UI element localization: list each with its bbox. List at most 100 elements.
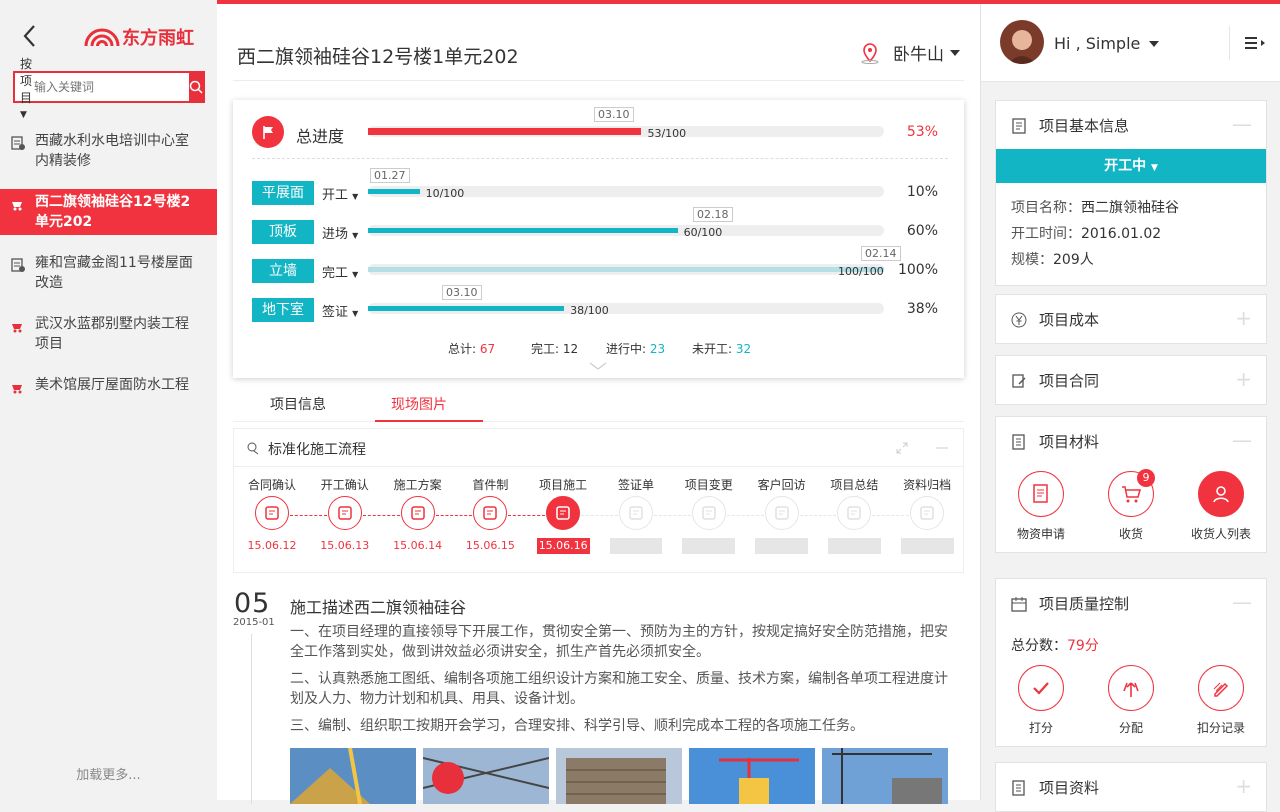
avatar[interactable] (1000, 20, 1044, 64)
stage-label: 开工 (322, 188, 349, 203)
project-list-item[interactable]: 雍和宫藏金阁11号楼屋面改造 (0, 250, 217, 296)
panel-title: 项目材料 (1039, 433, 1100, 451)
action-label: 收货人列表 (1190, 527, 1251, 541)
flow-step[interactable]: 资料归档 00.00.00 (891, 476, 963, 554)
tab-project-info[interactable]: 项目信息 (270, 394, 326, 414)
project-list-item[interactable]: 美术馆展厅屋面防水工程 (0, 372, 217, 398)
flow-step-date: 15.06.12 (247, 539, 297, 552)
project-name: 雍和宫藏金阁11号楼屋面改造 (35, 255, 193, 291)
user-greeting[interactable]: Hi , Simple (1054, 34, 1140, 53)
panel-header[interactable]: 项目合同 + (996, 356, 1266, 404)
fullscreen-icon[interactable] (895, 441, 909, 455)
summary-icon (837, 496, 872, 530)
stage-dropdown[interactable]: 开工 ▼ (322, 184, 358, 203)
row-date-tag: 03.10 (442, 285, 482, 300)
expand-chevron-icon[interactable] (588, 361, 608, 371)
row-date-tag: 02.14 (861, 246, 901, 261)
panel-header[interactable]: 项目资料 + (996, 763, 1266, 811)
search-input[interactable] (32, 80, 190, 94)
basic-info-panel: 项目基本信息 — 开工中 ▼ 项目名称：西二旗领袖硅谷 开工时间：2016.01… (995, 100, 1267, 286)
flow-step[interactable]: 合同确认 15.06.12 (236, 476, 308, 554)
menu-icon[interactable] (1245, 37, 1267, 49)
site-photo[interactable] (290, 748, 416, 804)
collapse-icon[interactable]: — (1232, 428, 1252, 452)
panel-header[interactable]: 项目材料 — (996, 417, 1266, 465)
project-name: 西藏水利水电培训中心室内精装修 (35, 133, 189, 169)
stage-dropdown[interactable]: 进场 ▼ (322, 223, 358, 242)
receive-goods-button[interactable]: 9 收货 (1091, 469, 1171, 542)
expand-icon[interactable]: + (1235, 367, 1252, 391)
panel-header[interactable]: 项目基本信息 — (996, 101, 1266, 149)
location-selector[interactable]: 卧牛山 (859, 40, 960, 65)
distribute-button[interactable]: 分配 (1091, 665, 1171, 736)
project-list-item[interactable]: 西藏水利水电培训中心室内精装修 (0, 128, 217, 174)
row-progress-bar: 100/100 (368, 264, 884, 278)
flow-header: 标准化施工流程 (234, 429, 963, 467)
material-panel: 项目材料 — 物资申请 9 收货 收货人列表 (995, 416, 1267, 553)
progress-divider (252, 158, 948, 159)
receiver-list-button[interactable]: 收货人列表 (1181, 471, 1261, 542)
area-tag-button[interactable]: 立墙 (252, 259, 314, 283)
project-list-item-active[interactable]: 西二旗领袖硅谷12号楼2单元202 (0, 189, 225, 235)
basic-info-list: 项目名称：西二旗领袖硅谷 开工时间：2016.01.02 规模：209人 (996, 183, 1266, 285)
panel-title: 项目质量控制 (1039, 595, 1130, 613)
progress-card: 总进度 03.10 53/100 53% 平展面 开工 ▼ 01.27 10/1… (233, 100, 964, 378)
flow-step[interactable]: 施工方案 15.06.14 (382, 476, 454, 554)
expand-icon[interactable]: + (1235, 306, 1252, 330)
area-tag-button[interactable]: 顶板 (252, 220, 314, 244)
panel-header[interactable]: 项目成本 + (996, 295, 1266, 343)
flow-step[interactable]: 签证单 00.00.00 (600, 476, 672, 554)
change-icon (691, 496, 726, 530)
site-photo[interactable] (822, 748, 948, 804)
area-tag-button[interactable]: 平展面 (252, 181, 314, 205)
contract-confirm-icon (255, 496, 289, 530)
user-bar: Hi , Simple (981, 4, 1280, 82)
material-request-button[interactable]: 物资申请 (1001, 471, 1081, 542)
project-detail: 西二旗领袖硅谷12号楼1单元202 卧牛山 总进度 03.10 53/100 5… (217, 4, 980, 804)
back-button[interactable] (22, 24, 46, 52)
caret-down-icon[interactable] (1149, 41, 1159, 47)
flow-step[interactable]: 项目总结 00.00.00 (818, 476, 890, 554)
tab-site-photos[interactable]: 现场图片 (391, 394, 447, 414)
rate-button[interactable]: 打分 (1001, 665, 1081, 736)
site-photo[interactable] (556, 748, 682, 804)
flow-step-date: 00.00.00 (609, 538, 663, 554)
flow-step[interactable]: 项目施工 15.06.16 (527, 476, 599, 554)
deduction-records-button[interactable]: 扣分记录 (1181, 665, 1261, 736)
receiver-user-icon (1198, 471, 1244, 517)
collapse-icon[interactable] (935, 441, 949, 455)
material-doc-icon (1012, 434, 1025, 450)
panel-header[interactable]: 项目质量控制 — (996, 579, 1266, 627)
flow-step[interactable]: 首件制 15.06.15 (454, 476, 526, 554)
stage-dropdown[interactable]: 签证 ▼ (322, 301, 358, 320)
search-scope-select[interactable]: 按项目 ▼ (15, 55, 32, 120)
collapse-icon[interactable]: — (1232, 590, 1252, 614)
flow-step[interactable]: 开工确认 15.06.13 (309, 476, 381, 554)
status-dropdown[interactable]: 开工中 ▼ (996, 149, 1266, 183)
flow-step-label: 首件制 (472, 478, 509, 492)
search-button[interactable] (189, 72, 204, 102)
stage-dropdown[interactable]: 完工 ▼ (322, 262, 358, 281)
flow-step[interactable]: 客户回访 00.00.00 (746, 476, 818, 554)
load-more-link[interactable]: 加载更多... (0, 764, 217, 783)
summary-done-value: 12 (562, 342, 579, 356)
summary-doing: 进行中: 23 (606, 340, 665, 357)
location-name: 卧牛山 (893, 45, 944, 65)
row-progress-fill (368, 189, 420, 194)
row-progress-bar: 38/100 (368, 303, 884, 317)
flow-step-date: 00.00.00 (900, 538, 954, 554)
site-photo[interactable] (689, 748, 815, 804)
collapse-icon[interactable]: — (1232, 112, 1252, 136)
project-list-item[interactable]: 武汉水蓝郡别墅内装工程项目 (0, 311, 217, 357)
info-value: 2016.01.02 (1081, 226, 1162, 242)
visa-card-icon (619, 496, 653, 530)
area-tag-button[interactable]: 地下室 (252, 298, 314, 322)
flow-step-label: 客户回访 (757, 478, 806, 492)
caret-down-icon: ▼ (352, 192, 359, 201)
action-label: 分配 (1118, 721, 1143, 735)
description-day: 05 (234, 588, 271, 619)
expand-icon[interactable]: + (1235, 774, 1252, 798)
panel-title: 项目基本信息 (1039, 117, 1130, 135)
site-photo[interactable] (423, 748, 549, 804)
flow-step[interactable]: 项目变更 00.00.00 (673, 476, 745, 554)
